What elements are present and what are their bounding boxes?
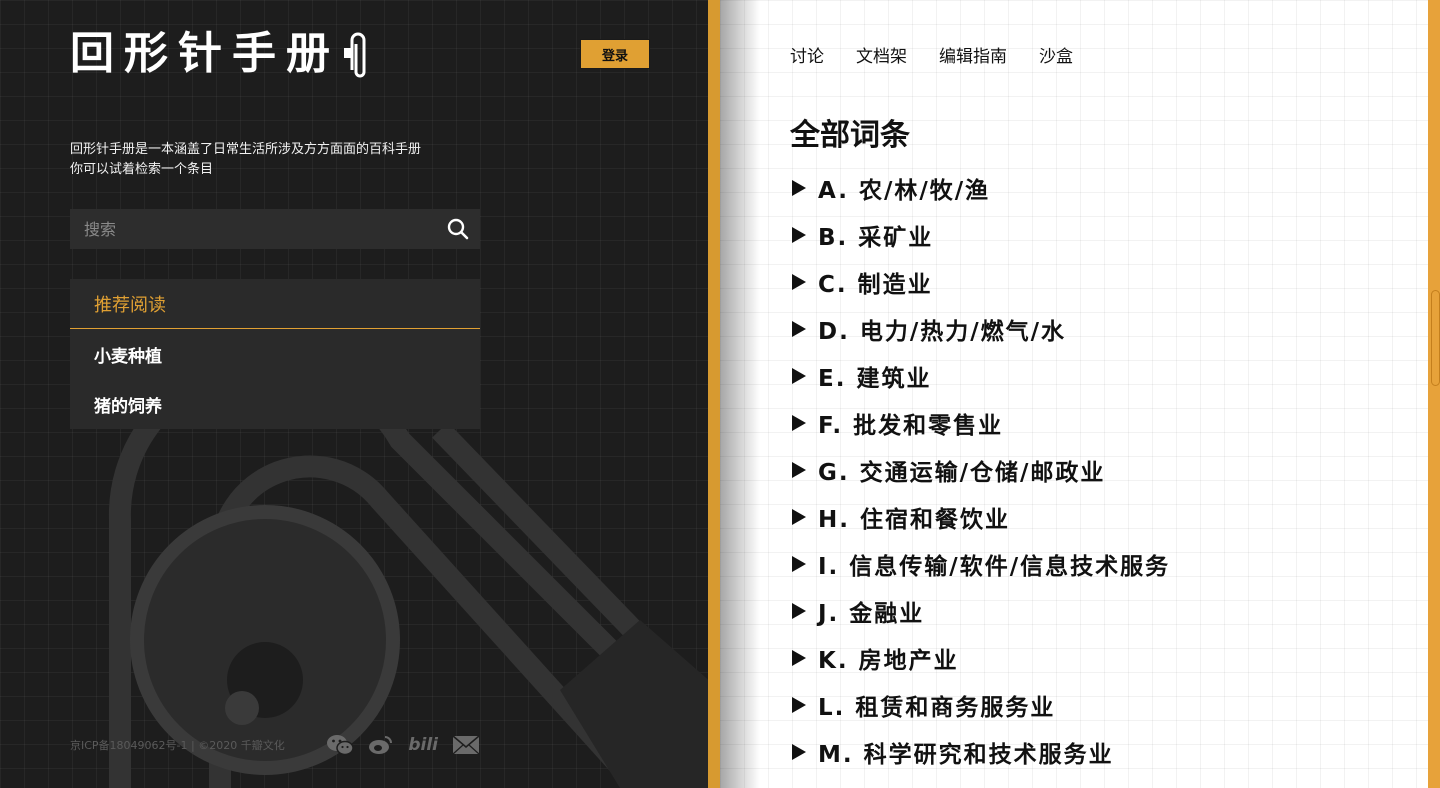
expand-triangle-icon[interactable] bbox=[792, 696, 806, 713]
category-item[interactable]: D. 电力/热力/燃气/水 bbox=[790, 305, 1170, 352]
category-item[interactable]: C. 制造业 bbox=[790, 258, 1170, 305]
expand-triangle-icon[interactable] bbox=[792, 649, 806, 666]
nav-discussion[interactable]: 讨论 bbox=[790, 42, 824, 67]
category-label: L. 租赁和商务服务业 bbox=[818, 694, 1056, 721]
category-item[interactable]: G. 交通运输/仓储/邮政业 bbox=[790, 446, 1170, 493]
right-panel: 讨论 文档架 编辑指南 沙盒 全部词条 A. 农/林/牧/渔 B. 采矿业 C.… bbox=[720, 0, 1440, 788]
wechat-icon[interactable] bbox=[326, 733, 355, 757]
recommended-item[interactable]: 猪的饲养 bbox=[70, 379, 480, 429]
search-icon[interactable] bbox=[436, 209, 480, 249]
logo[interactable]: 回形针手册 bbox=[70, 30, 372, 78]
category-label: M. 科学研究和技术服务业 bbox=[818, 741, 1114, 768]
category-item[interactable]: I. 信息传输/软件/信息技术服务 bbox=[790, 540, 1170, 587]
expand-triangle-icon[interactable] bbox=[792, 367, 806, 384]
expand-triangle-icon[interactable] bbox=[792, 555, 806, 572]
category-item[interactable]: B. 采矿业 bbox=[790, 211, 1170, 258]
description-line-1: 回形针手册是一本涵盖了日常生活所涉及方方面面的百科手册 bbox=[70, 142, 422, 157]
nav-editing-guide[interactable]: 编辑指南 bbox=[939, 42, 1007, 67]
expand-triangle-icon[interactable] bbox=[792, 320, 806, 337]
category-label: J. 金融业 bbox=[818, 600, 925, 627]
category-item[interactable]: L. 租赁和商务服务业 bbox=[790, 681, 1170, 728]
recommended-reading-title: 推荐阅读 bbox=[70, 279, 480, 329]
category-item[interactable]: F. 批发和零售业 bbox=[790, 399, 1170, 446]
category-label: H. 住宿和餐饮业 bbox=[818, 506, 1010, 533]
category-item[interactable]: A. 农/林/牧/渔 bbox=[790, 164, 1170, 211]
weibo-icon[interactable] bbox=[368, 734, 394, 756]
search-input[interactable] bbox=[70, 209, 436, 249]
footer: 京ICP备18049062号-1 | ©2020 千瓣文化 bili bbox=[70, 733, 480, 757]
description-line-2: 你可以试着检索一个条目 bbox=[70, 162, 214, 177]
nav-document-shelf[interactable]: 文档架 bbox=[856, 42, 907, 67]
mail-icon[interactable] bbox=[452, 735, 480, 755]
search-box bbox=[70, 209, 480, 249]
nav-sandbox[interactable]: 沙盒 bbox=[1039, 42, 1073, 67]
category-label: A. 农/林/牧/渔 bbox=[818, 177, 991, 204]
social-links: bili bbox=[326, 733, 480, 757]
category-item[interactable]: E. 建筑业 bbox=[790, 352, 1170, 399]
category-item[interactable]: J. 金融业 bbox=[790, 587, 1170, 634]
site-description: 回形针手册是一本涵盖了日常生活所涉及方方面面的百科手册 你可以试着检索一个条目 bbox=[70, 140, 421, 180]
category-label: F. 批发和零售业 bbox=[818, 412, 1004, 439]
category-label: K. 房地产业 bbox=[818, 647, 959, 674]
category-item[interactable]: M. 科学研究和技术服务业 bbox=[790, 728, 1170, 775]
expand-triangle-icon[interactable] bbox=[792, 414, 806, 431]
logo-text: 回形针手册 bbox=[70, 28, 340, 79]
scrollbar-thumb[interactable] bbox=[1431, 290, 1440, 386]
category-label: E. 建筑业 bbox=[818, 365, 932, 392]
login-button[interactable]: 登录 bbox=[580, 39, 650, 69]
bilibili-icon[interactable]: bili bbox=[408, 735, 438, 755]
category-label: G. 交通运输/仓储/邮政业 bbox=[818, 459, 1106, 486]
expand-triangle-icon[interactable] bbox=[792, 461, 806, 478]
category-label: C. 制造业 bbox=[818, 271, 933, 298]
expand-triangle-icon[interactable] bbox=[792, 226, 806, 243]
category-list: A. 农/林/牧/渔 B. 采矿业 C. 制造业 D. 电力/热力/燃气/水 E… bbox=[790, 164, 1170, 775]
top-navigation: 讨论 文档架 编辑指南 沙盒 bbox=[790, 42, 1073, 67]
expand-triangle-icon[interactable] bbox=[792, 508, 806, 525]
expand-triangle-icon[interactable] bbox=[792, 602, 806, 619]
expand-triangle-icon[interactable] bbox=[792, 743, 806, 760]
category-item[interactable]: K. 房地产业 bbox=[790, 634, 1170, 681]
expand-triangle-icon[interactable] bbox=[792, 273, 806, 290]
recommended-reading: 推荐阅读 小麦种植 猪的饲养 bbox=[70, 279, 480, 429]
category-label: D. 电力/热力/燃气/水 bbox=[818, 318, 1067, 345]
recommended-item[interactable]: 小麦种植 bbox=[70, 329, 480, 379]
category-label: B. 采矿业 bbox=[818, 224, 934, 251]
icp-license[interactable]: 京ICP备18049062号-1 | ©2020 千瓣文化 bbox=[70, 737, 285, 753]
expand-triangle-icon[interactable] bbox=[792, 179, 806, 196]
panel-edge bbox=[708, 0, 720, 788]
left-panel: 回形针手册 登录 回形针手册是一本涵盖了日常生活所涉及方方面面的百科手册 你可以… bbox=[0, 0, 720, 788]
page-title: 全部词条 bbox=[790, 118, 910, 153]
category-item[interactable]: H. 住宿和餐饮业 bbox=[790, 493, 1170, 540]
category-label: I. 信息传输/软件/信息技术服务 bbox=[818, 553, 1171, 580]
scrollbar-track[interactable] bbox=[1428, 0, 1440, 788]
paperclip-icon bbox=[344, 32, 366, 78]
